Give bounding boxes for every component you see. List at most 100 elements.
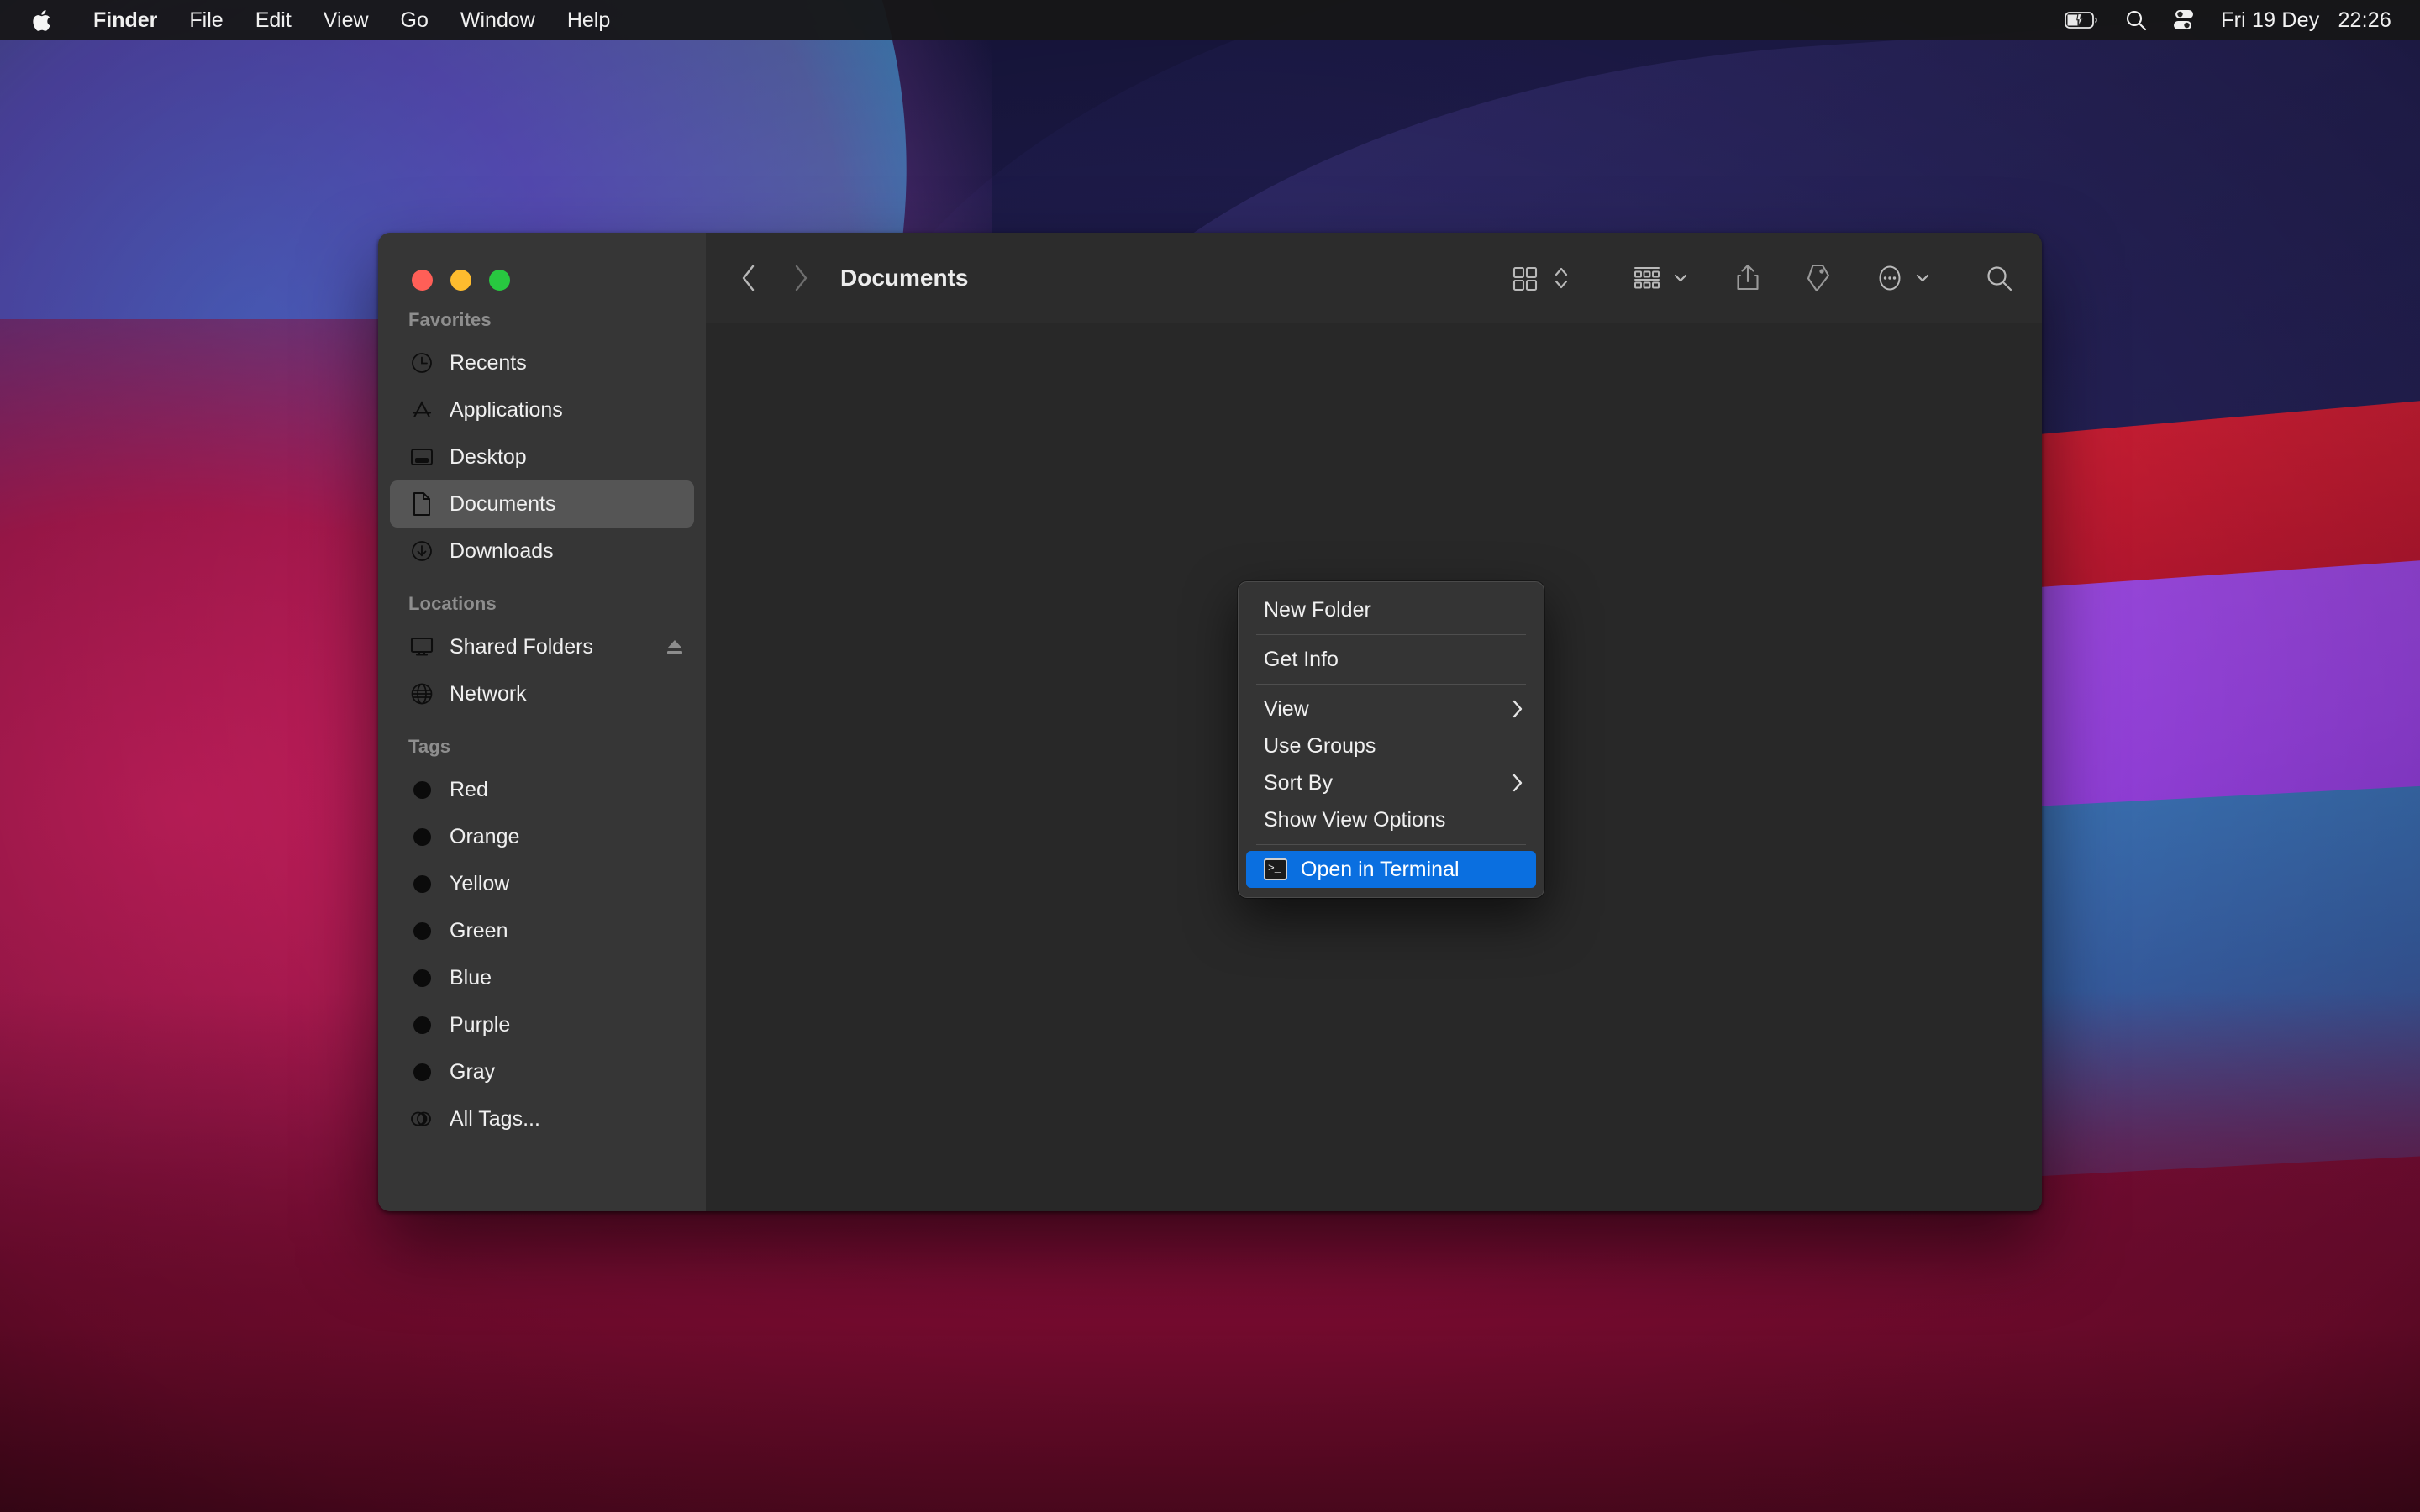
- sidebar-item-label: Network: [450, 682, 527, 706]
- forward-button[interactable]: [786, 261, 815, 295]
- context-menu-item-label: Show View Options: [1264, 808, 1445, 832]
- menu-item-view[interactable]: View: [308, 0, 385, 40]
- applications-icon: [408, 396, 436, 424]
- menu-item-file[interactable]: File: [173, 0, 239, 40]
- sidebar-item-label: Blue: [450, 966, 492, 990]
- sidebar-tag-red[interactable]: Red: [390, 766, 694, 813]
- context-menu-item-view[interactable]: View: [1246, 690, 1536, 727]
- sidebar-section-favorites: Favorites: [378, 309, 706, 331]
- chevron-down-icon[interactable]: [1909, 270, 1936, 286]
- tag-dot-icon: [408, 781, 436, 799]
- sidebar-item-desktop[interactable]: Desktop: [390, 433, 694, 480]
- sidebar-section-tags: Tags: [378, 736, 706, 758]
- finder-toolbar: Documents: [706, 233, 2042, 323]
- menu-item-go[interactable]: Go: [385, 0, 445, 40]
- sidebar-item-label: Orange: [450, 825, 519, 849]
- context-menu-item-open-in-terminal[interactable]: >_ Open in Terminal: [1246, 851, 1536, 888]
- sidebar-item-label: Downloads: [450, 539, 554, 564]
- sidebar-item-downloads[interactable]: Downloads: [390, 528, 694, 575]
- context-menu-item-label: Open in Terminal: [1301, 858, 1460, 882]
- page-title: Documents: [840, 265, 968, 291]
- more-options-icon[interactable]: [1870, 262, 1909, 294]
- window-traffic-lights: [378, 233, 706, 291]
- context-menu-item-label: New Folder: [1264, 598, 1371, 622]
- finder-sidebar: Favorites Recents Applications: [378, 233, 706, 1211]
- menu-item-window[interactable]: Window: [445, 0, 551, 40]
- sidebar-item-label: Documents: [450, 492, 555, 517]
- sidebar-tag-green[interactable]: Green: [390, 907, 694, 954]
- menu-bar-clock[interactable]: Fri 19 Dey 22:26: [2221, 8, 2391, 33]
- sidebar-item-label: Shared Folders: [450, 635, 593, 659]
- sidebar-item-all-tags[interactable]: All Tags...: [390, 1095, 694, 1142]
- context-menu-item-label: Get Info: [1264, 648, 1339, 672]
- context-menu-separator: [1256, 844, 1526, 845]
- terminal-icon: >_: [1264, 858, 1287, 880]
- sidebar-tag-orange[interactable]: Orange: [390, 813, 694, 860]
- download-icon: [408, 537, 436, 565]
- sidebar-item-label: Red: [450, 778, 488, 802]
- tag-dot-icon: [408, 969, 436, 987]
- menu-bar: Finder File Edit View Go Window Help: [0, 0, 2420, 40]
- all-tags-icon: [408, 1110, 436, 1127]
- group-by-button[interactable]: [1627, 264, 1667, 292]
- context-menu-item-use-groups[interactable]: Use Groups: [1246, 727, 1536, 764]
- sidebar-tag-gray[interactable]: Gray: [390, 1048, 694, 1095]
- menu-item-edit[interactable]: Edit: [239, 0, 308, 40]
- sidebar-item-applications[interactable]: Applications: [390, 386, 694, 433]
- chevron-down-icon[interactable]: [1667, 270, 1694, 286]
- control-center-icon[interactable]: [2172, 9, 2196, 31]
- context-menu-separator: [1256, 634, 1526, 635]
- tag-dot-icon: [408, 1063, 436, 1081]
- globe-icon: [408, 680, 436, 708]
- search-icon[interactable]: [1980, 264, 2018, 292]
- context-menu-item-sort-by[interactable]: Sort By: [1246, 764, 1536, 801]
- tag-dot-icon: [408, 922, 436, 940]
- context-menu-item-label: Use Groups: [1264, 734, 1376, 759]
- sidebar-item-documents[interactable]: Documents: [390, 480, 694, 528]
- sidebar-tag-purple[interactable]: Purple: [390, 1001, 694, 1048]
- sidebar-item-label: Yellow: [450, 872, 509, 896]
- sidebar-section-locations: Locations: [378, 593, 706, 615]
- sidebar-item-label: Recents: [450, 351, 527, 375]
- toolbar-buttons: [1506, 262, 2018, 294]
- menu-item-help[interactable]: Help: [551, 0, 626, 40]
- document-icon: [408, 490, 436, 518]
- zoom-window-button[interactable]: [489, 270, 510, 291]
- sidebar-item-network[interactable]: Network: [390, 670, 694, 717]
- minimize-window-button[interactable]: [450, 270, 471, 291]
- sidebar-item-recents[interactable]: Recents: [390, 339, 694, 386]
- menu-bar-status-area: Fri 19 Dey 22:26: [2065, 8, 2420, 33]
- chevron-right-icon: [1511, 773, 1524, 793]
- view-icon-button[interactable]: [1506, 264, 1544, 292]
- spotlight-search-icon[interactable]: [2125, 9, 2147, 31]
- tag-icon[interactable]: [1800, 263, 1837, 293]
- sidebar-item-shared-folders[interactable]: Shared Folders: [390, 623, 694, 670]
- sidebar-tag-yellow[interactable]: Yellow: [390, 860, 694, 907]
- clock-icon: [408, 349, 436, 377]
- menu-bar-date: Fri 19 Dey: [2221, 8, 2319, 33]
- chevron-right-icon: [1511, 699, 1524, 719]
- eject-icon[interactable]: [664, 638, 686, 656]
- context-menu-item-label: Sort By: [1264, 771, 1333, 795]
- sidebar-item-label: Green: [450, 919, 508, 943]
- view-stepper-icon[interactable]: [1548, 263, 1575, 293]
- tag-dot-icon: [408, 828, 436, 846]
- share-icon[interactable]: [1729, 263, 1766, 293]
- context-menu: New Folder Get Info View Use Groups Sort…: [1238, 581, 1544, 898]
- sidebar-tag-blue[interactable]: Blue: [390, 954, 694, 1001]
- desktop-icon: [408, 443, 436, 471]
- context-menu-item-new-folder[interactable]: New Folder: [1246, 591, 1536, 628]
- back-button[interactable]: [734, 261, 763, 295]
- apple-logo-icon[interactable]: [30, 8, 52, 33]
- menu-item-finder[interactable]: Finder: [77, 0, 173, 40]
- navigation-buttons: [734, 261, 815, 295]
- finder-window: Favorites Recents Applications: [378, 233, 2042, 1211]
- context-menu-item-label: View: [1264, 697, 1309, 722]
- sidebar-item-label: All Tags...: [450, 1107, 540, 1131]
- context-menu-item-show-view-options[interactable]: Show View Options: [1246, 801, 1536, 838]
- context-menu-item-get-info[interactable]: Get Info: [1246, 641, 1536, 678]
- battery-charging-icon[interactable]: [2065, 10, 2100, 30]
- close-window-button[interactable]: [412, 270, 433, 291]
- tag-dot-icon: [408, 1016, 436, 1034]
- sidebar-item-label: Purple: [450, 1013, 510, 1037]
